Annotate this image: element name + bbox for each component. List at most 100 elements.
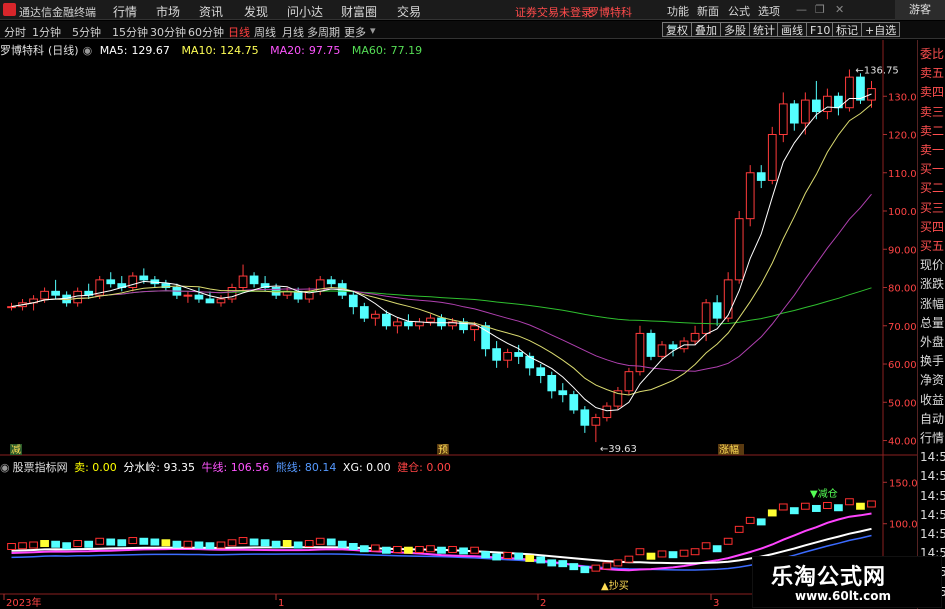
indicator-bar	[613, 559, 623, 567]
candle-down	[51, 290, 60, 296]
side-panel-item[interactable]: 14:50	[920, 447, 945, 467]
candle-up	[73, 290, 83, 304]
ma-legend: 罗博特科 (日线) ◉ MA5: 129.67 MA10: 124.75 MA20: 97…	[0, 42, 430, 57]
candle-up	[40, 290, 49, 300]
candle-up	[216, 298, 226, 304]
side-panel-item[interactable]: 14:50	[920, 486, 945, 506]
side-panel-item[interactable]: 买二	[920, 178, 944, 198]
watershed-value: 分水岭: 93.35	[123, 461, 196, 474]
candle-up	[800, 99, 810, 124]
indicator-bar	[95, 537, 105, 545]
indicator-bar	[701, 542, 711, 550]
indicator-bar	[536, 556, 546, 564]
side-panel-item[interactable]: 行情	[920, 428, 944, 448]
indicator-bar	[150, 538, 160, 546]
indicator-bar	[856, 502, 865, 510]
candle-up	[426, 317, 435, 323]
candle-up	[690, 332, 700, 342]
indicator-bar	[304, 540, 314, 548]
price-axis-label: 40.00	[888, 437, 917, 448]
side-panel-item[interactable]: 卖二	[920, 121, 944, 141]
side-panel-item[interactable]: 买一	[920, 159, 944, 179]
time-axis-label: 1	[278, 598, 284, 609]
indicator-name[interactable]: 股票指标网	[13, 461, 68, 474]
buy-signal-label: ▲抄买	[601, 579, 629, 592]
side-panel-item[interactable]: 涨幅	[920, 294, 944, 314]
indicator-bar	[7, 543, 16, 550]
candle-up	[393, 321, 402, 327]
indicator-bar	[756, 518, 766, 526]
indicator-bar	[602, 562, 612, 570]
candle-down	[789, 103, 799, 124]
candle-up	[657, 344, 667, 357]
event-label: 预	[438, 444, 448, 456]
chart-axes: 130.00120.00110.00100.0090.0080.0070.006…	[3, 65, 923, 609]
side-panel-item[interactable]: 净资	[920, 370, 944, 390]
quote-side-panel: 委比 卖五 卖四 卖三 卖二 卖一 买一 买二 买三 买四 买五 现价 涨跌 涨幅 总量 外盘 换手 净资 收益 自动…	[917, 40, 945, 609]
candle-up	[238, 275, 248, 289]
indicator-bar	[690, 548, 700, 556]
side-panel-item[interactable]: 卖一	[920, 140, 944, 160]
indicator-bar	[823, 501, 832, 509]
candle-down	[139, 275, 149, 281]
reduce-position-label: ▼减仓	[810, 487, 838, 500]
indicator-bar	[194, 541, 204, 549]
indicator-bar	[183, 540, 193, 548]
price-axis-label: 50.00	[888, 398, 917, 409]
indicator-bar	[470, 546, 479, 554]
side-panel-item[interactable]: 14:50	[920, 505, 945, 525]
stock-name-label: 罗博特科	[0, 44, 44, 57]
side-panel-item[interactable]: 卖四	[920, 82, 944, 102]
side-panel-item[interactable]: 卖五	[920, 63, 944, 83]
price-axis-label: 80.00	[888, 284, 917, 295]
indicator-bar	[249, 538, 259, 546]
side-panel-item[interactable]: 买三	[920, 198, 944, 218]
candle-up	[128, 275, 138, 289]
event-label: 减	[11, 444, 21, 456]
side-panel-item[interactable]: 14:50	[920, 524, 945, 544]
side-panel-item[interactable]: 收益	[920, 390, 944, 410]
side-panel-item[interactable]: 卖三	[920, 102, 944, 122]
indicator-bar	[40, 540, 49, 548]
indicator-bar	[834, 504, 843, 512]
price-chart[interactable]: 130.00120.00110.00100.0090.0080.0070.006…	[0, 0, 945, 609]
side-panel-item[interactable]: 买四	[920, 217, 944, 237]
indicator-bar	[591, 564, 601, 572]
price-axis-label: 90.00	[888, 245, 917, 256]
side-panel-item[interactable]: 委比	[920, 44, 944, 64]
side-panel-item[interactable]: 买五	[920, 236, 944, 256]
indicator-bar	[18, 542, 27, 550]
indicator-bar	[337, 540, 347, 548]
side-panel-item[interactable]: 外盘	[920, 332, 944, 352]
price-axis-label: 60.00	[888, 360, 917, 371]
indicator-bar	[867, 500, 876, 508]
side-panel-item[interactable]: 涨跌	[920, 274, 944, 294]
candle-up	[370, 313, 380, 319]
bear-line-value: 熊线: 80.14	[275, 461, 337, 474]
candle-up	[591, 417, 601, 426]
indicator-bar	[128, 537, 138, 545]
indicator-bar	[569, 563, 579, 571]
side-panel-item[interactable]: 现价	[920, 255, 944, 275]
indicator-bar	[238, 537, 248, 545]
side-panel-item[interactable]: 自动	[920, 409, 944, 429]
candle-down	[194, 294, 204, 300]
candle-down	[580, 409, 590, 426]
side-panel-item[interactable]: 换手	[920, 351, 944, 371]
candle-down	[437, 317, 446, 327]
side-panel-item[interactable]: 总量	[920, 313, 944, 333]
indicator-bar	[106, 538, 116, 546]
side-panel-item[interactable]: 14:50	[920, 466, 945, 486]
high-price-label: ←136.75	[855, 65, 898, 76]
indicator-settings-icon[interactable]: ◉	[0, 461, 10, 474]
indicator-bar	[459, 547, 468, 555]
indicator-bar	[415, 545, 424, 553]
indicator-bar	[580, 566, 590, 574]
ma-settings-icon[interactable]: ◉	[83, 44, 93, 57]
candle-up	[7, 306, 16, 309]
indicator-bar	[789, 507, 799, 515]
ma5-label: MA5: 129.67	[99, 44, 170, 57]
watermark-url: www.60lt.com	[795, 589, 892, 603]
indicator-bar	[745, 516, 755, 524]
indicator-bar	[679, 549, 689, 557]
